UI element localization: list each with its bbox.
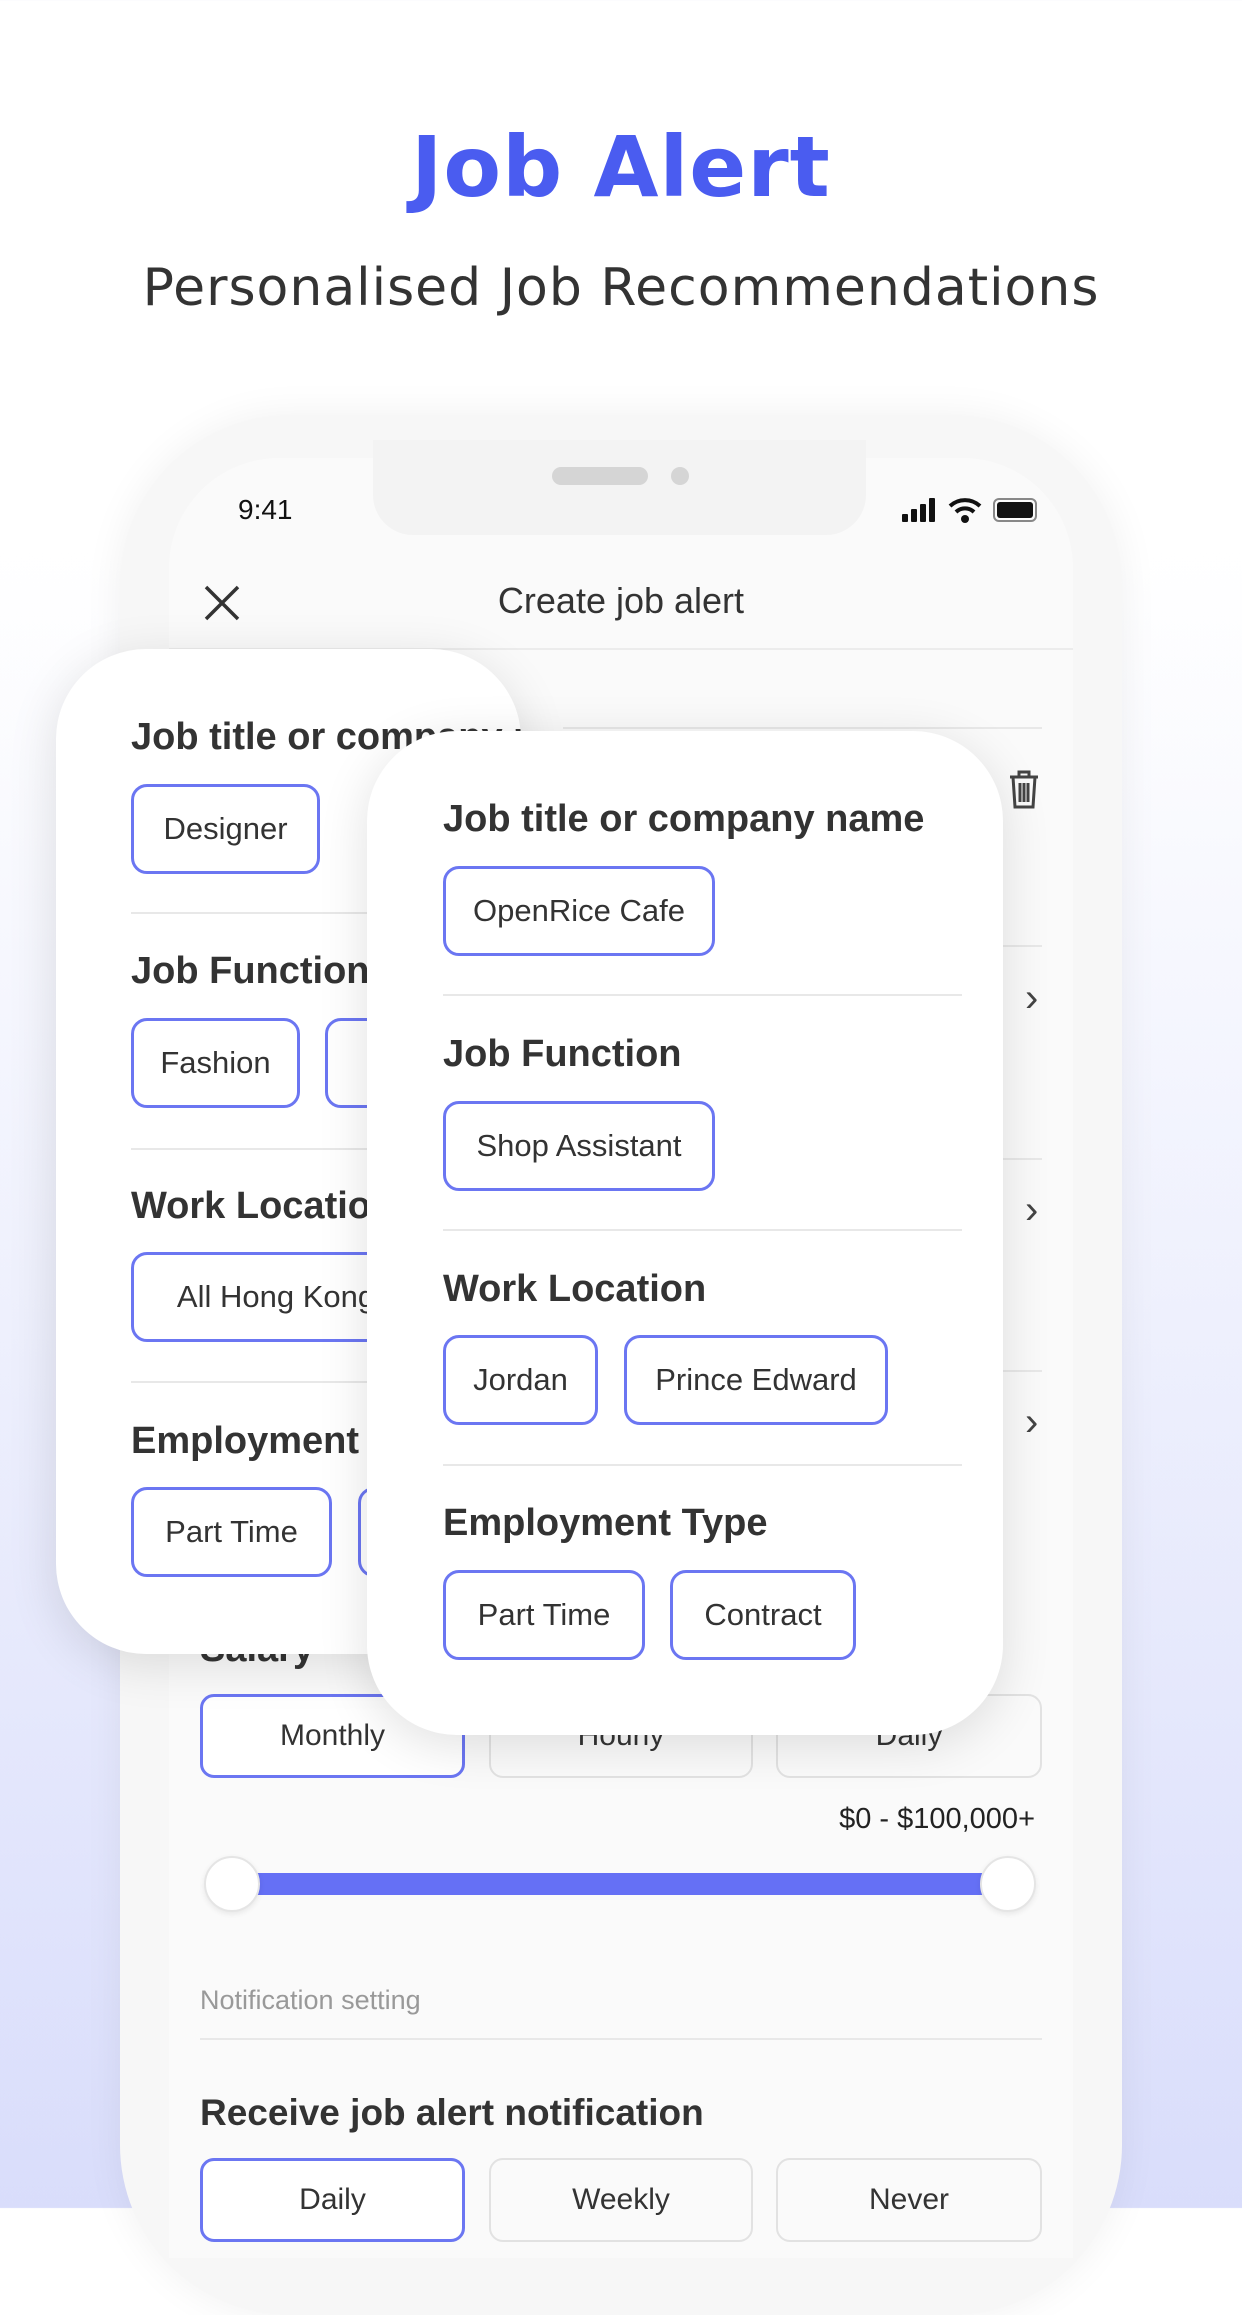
- chip-designer[interactable]: Designer: [131, 784, 320, 874]
- divider: [443, 1464, 962, 1466]
- speaker: [552, 467, 648, 485]
- chip-contract[interactable]: Contract: [670, 1570, 856, 1660]
- frequency-never-button[interactable]: Never: [776, 2158, 1042, 2242]
- work-location-label: Work Location: [443, 1268, 707, 1310]
- promo-subtitle: Personalised Job Recommendations: [142, 258, 1100, 318]
- chip-jordan[interactable]: Jordan: [443, 1335, 598, 1425]
- employment-type-label: Employment Type: [443, 1502, 768, 1544]
- job-function-label: Job Function: [131, 950, 370, 992]
- work-location-label: Work Location: [131, 1185, 395, 1227]
- divider: [443, 994, 962, 996]
- salary-slider-track[interactable]: [232, 1873, 1008, 1895]
- chevron-right-icon[interactable]: ›: [1025, 1400, 1038, 1445]
- salary-range-value: $0 - $100,000+: [839, 1803, 1035, 1835]
- camera: [671, 467, 689, 485]
- frequency-weekly-button[interactable]: Weekly: [489, 2158, 753, 2242]
- chip-fashion[interactable]: Fashion: [131, 1018, 300, 1108]
- chip-part-time[interactable]: Part Time: [443, 1570, 645, 1660]
- job-alert-card-front[interactable]: Job title or company name OpenRice Cafe …: [367, 731, 1003, 1735]
- chip-prince-edward[interactable]: Prince Edward: [624, 1335, 888, 1425]
- battery-icon: [993, 498, 1037, 522]
- chevron-right-icon[interactable]: ›: [1025, 1188, 1038, 1233]
- chip-part-time[interactable]: Part Time: [131, 1487, 332, 1577]
- header-title: Create job alert: [497, 580, 745, 621]
- receive-notification-label: Receive job alert notification: [200, 2092, 704, 2133]
- wifi-icon: [948, 498, 982, 523]
- slider-max-thumb[interactable]: [980, 1856, 1036, 1912]
- job-function-label: Job Function: [443, 1033, 682, 1075]
- divider: [443, 1229, 962, 1231]
- chevron-right-icon[interactable]: ›: [1025, 976, 1038, 1021]
- divider: [200, 2038, 1042, 2040]
- trash-icon[interactable]: [1007, 768, 1041, 810]
- divider: [563, 727, 1042, 729]
- status-time: 9:41: [238, 494, 293, 525]
- frequency-daily-button[interactable]: Daily: [200, 2158, 465, 2242]
- notification-section-label: Notification setting: [200, 1985, 421, 2015]
- chip-openrice-cafe[interactable]: OpenRice Cafe: [443, 866, 715, 956]
- slider-min-thumb[interactable]: [204, 1856, 260, 1912]
- phone-notch: [373, 440, 866, 535]
- signal-icon: [902, 498, 938, 522]
- chip-shop-assistant[interactable]: Shop Assistant: [443, 1101, 715, 1191]
- job-title-label: Job title or company name: [443, 798, 925, 840]
- promo-title: Job Alert: [411, 118, 831, 216]
